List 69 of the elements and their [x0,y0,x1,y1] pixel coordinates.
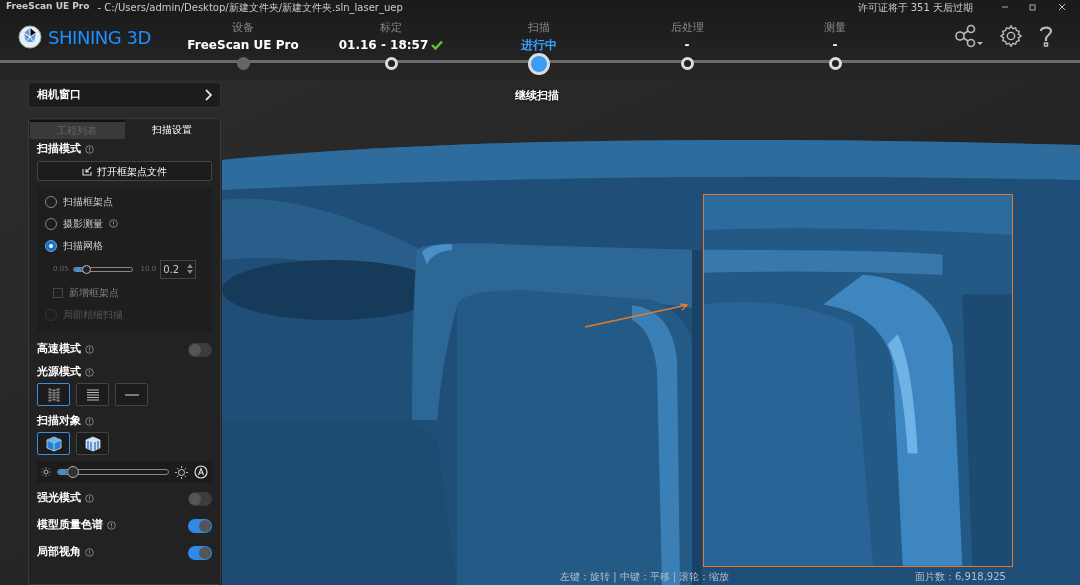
section-label: 模型质量色谱 [37,517,103,534]
section-label: 扫描模式 [37,140,81,157]
value-spinbox[interactable]: 0.2 [160,259,197,279]
maximize-icon[interactable] [1029,3,1036,11]
info-icon [85,144,94,154]
section-label: 光源模式 [37,363,81,380]
section-label: 扫描对象 [37,412,81,429]
cube-icon [44,434,63,453]
logo-icon [18,25,42,49]
chevron-right-icon [204,89,212,101]
info-icon [85,367,94,377]
step-label: 设备 [232,20,254,36]
checkbox-label: 新增框架点 [69,286,119,300]
step-marker[interactable] [384,57,398,70]
toggle-switch[interactable] [188,491,212,506]
help-icon[interactable] [1038,24,1054,48]
camera-window-bar[interactable]: 相机窗口 [28,82,221,108]
step-marker[interactable] [680,57,694,70]
toggle-switch[interactable] [188,545,212,560]
file-path: - C:/Users/admin/Desktop/新建文件夹/新建文件夹.sln_laser_uep [97,0,403,15]
logo-text: SHINING 3D [48,25,151,50]
radio-label: 扫描框架点 [63,195,113,209]
section-label: 局部视角 [37,544,81,561]
brightness-low-icon [41,467,51,477]
slider-thumb[interactable] [66,466,79,478]
step-value: - [684,37,690,54]
auto-icon[interactable] [194,465,208,479]
step-marker[interactable] [528,53,550,75]
step-value: FreeScan UE Pro [187,37,299,54]
settings-icon[interactable] [1000,25,1022,47]
section-label: 强光模式 [37,490,81,507]
open-frame-file-button[interactable]: 打开框架点文件 [37,161,212,181]
step-value: - [832,37,838,54]
step-value: 进行中 [521,37,557,54]
toggle-switch[interactable] [188,342,212,357]
info-icon [107,521,116,530]
step-marker[interactable] [236,57,250,70]
info-icon [85,345,94,354]
step-label: 后处理 [670,20,704,36]
info-icon [85,494,94,503]
minimize-icon[interactable] [1001,4,1009,10]
brightness-high-icon [175,465,188,479]
license-notice: 许可证将于 351 天后过期 [857,0,973,15]
option-button[interactable] [37,432,70,455]
toggle-switch[interactable] [188,518,212,533]
info-icon [85,548,94,557]
slider-thumb[interactable] [82,264,92,274]
radio-label: 摄影测量 [63,217,103,231]
section-label: 高速模式 [37,341,81,358]
import-icon [82,166,92,176]
app-title: FreeScan UE Pro [6,0,90,14]
close-icon[interactable] [1058,3,1066,11]
slider-track[interactable] [72,266,133,272]
radio-label: 扫描网格 [63,239,103,253]
striped-cube-icon [83,434,102,453]
info-icon [85,416,94,426]
step-label: 标定 [380,20,402,36]
option-button[interactable] [76,383,109,406]
line-icon [124,393,139,396]
spin-arrows-icon [187,263,194,275]
step-hint-label: 继续扫描 [515,88,559,104]
step-value: 01.16 - 18:57 [338,37,429,54]
step-label: 测量 [824,20,846,36]
radio-button[interactable] [45,239,57,252]
exposure-slider[interactable] [57,469,169,475]
share-icon[interactable] [954,24,984,48]
step-marker[interactable] [828,57,842,70]
step-label: 扫描 [528,20,550,36]
option-button[interactable] [76,432,109,455]
